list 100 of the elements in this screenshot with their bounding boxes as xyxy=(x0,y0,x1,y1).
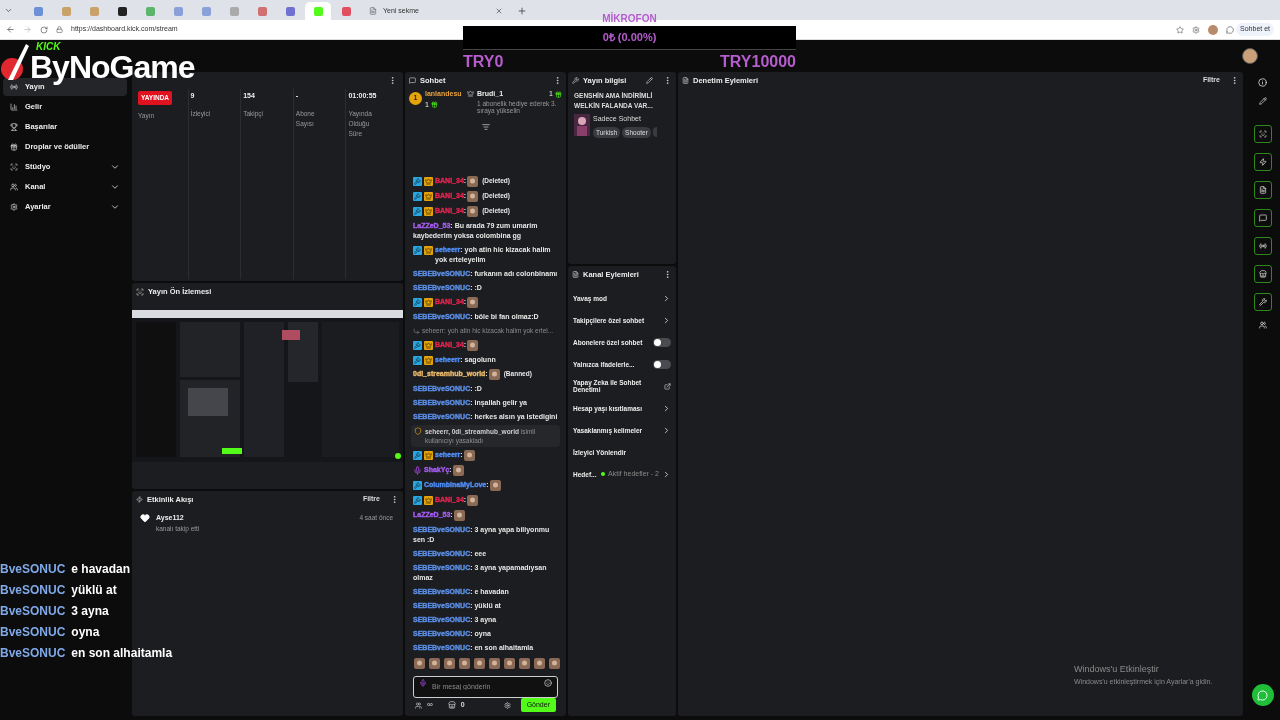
overlay-username: BveSONUC xyxy=(0,644,66,662)
document-icon[interactable] xyxy=(1258,186,1267,194)
favicon-icon xyxy=(229,6,239,16)
favicon-icon xyxy=(257,6,267,16)
edit-icon[interactable] xyxy=(1258,97,1267,105)
favicon-icon xyxy=(89,6,99,16)
chevron-right-icon[interactable] xyxy=(662,403,671,413)
preview-icon xyxy=(136,287,144,296)
gift-icon xyxy=(555,90,562,98)
info-icon[interactable] xyxy=(1258,78,1267,87)
settings-icon[interactable] xyxy=(1192,25,1201,34)
gift-icon xyxy=(430,101,438,109)
favicon-icon xyxy=(117,6,127,16)
overlay-message: oyna xyxy=(71,623,100,641)
external-link-icon[interactable] xyxy=(664,382,671,390)
users-icon xyxy=(10,183,18,191)
chart-icon xyxy=(10,103,18,111)
emote-icon xyxy=(549,658,560,669)
broadcast-icon[interactable] xyxy=(1258,242,1267,250)
overlay-username: BveSONUC xyxy=(0,581,66,599)
favicon-icon xyxy=(33,6,43,16)
activation-title: Windows'u Etkinleştir xyxy=(1074,663,1160,676)
emote-icon xyxy=(459,658,470,669)
emote-icon xyxy=(474,658,485,669)
page-icon xyxy=(369,7,377,15)
points-icon xyxy=(415,701,422,709)
emoji-icon[interactable] xyxy=(544,679,552,687)
lock-icon xyxy=(56,26,63,33)
goal-amount: 0₺ (0.00%) xyxy=(602,30,657,46)
emote-icon xyxy=(444,658,455,669)
overlay-message: e havadan xyxy=(71,560,131,578)
chevron-right-icon[interactable] xyxy=(662,469,671,479)
avatar-icon[interactable] xyxy=(1208,24,1219,35)
goal-max: TRY10000 xyxy=(720,52,796,72)
chat-icon[interactable] xyxy=(1258,214,1267,222)
chat-icon xyxy=(1226,25,1235,34)
overlay-username: BveSONUC xyxy=(0,623,66,641)
emote-icon xyxy=(504,658,515,669)
tab-list-icon[interactable] xyxy=(4,6,13,15)
actions-icon xyxy=(572,271,579,278)
chevron-right-icon[interactable] xyxy=(662,315,671,325)
edit-icon[interactable] xyxy=(646,77,653,84)
reload-icon[interactable] xyxy=(40,25,48,34)
overlay-message: en son alhaitamla xyxy=(71,644,173,662)
favicon-icon xyxy=(341,6,351,16)
chevron-right-icon[interactable] xyxy=(662,425,671,435)
favicon-icon xyxy=(145,6,155,16)
broadcast-icon xyxy=(10,83,18,91)
shield-icon xyxy=(414,427,422,435)
chat-icon xyxy=(409,77,416,84)
overlay-message: yüklü at xyxy=(71,581,117,599)
heart-icon xyxy=(140,513,150,523)
more-options-icon[interactable] xyxy=(390,495,399,504)
filter-icon[interactable] xyxy=(481,123,490,131)
emote-icon xyxy=(414,658,425,669)
new-tab-icon[interactable] xyxy=(517,6,527,16)
points-value: ∞ xyxy=(427,699,433,711)
favicon-icon xyxy=(313,6,323,16)
wrench-icon xyxy=(572,77,579,84)
reply-icon xyxy=(413,327,420,335)
emote-icon xyxy=(429,658,440,669)
scan-icon[interactable] xyxy=(1258,130,1267,138)
emote-icon xyxy=(519,658,530,669)
settings-icon xyxy=(10,203,18,211)
favicon-icon xyxy=(61,6,71,16)
favicon-icon xyxy=(201,6,211,16)
goal-label: MİKROFON xyxy=(602,12,657,26)
trophy-icon xyxy=(10,123,18,131)
toggle-switch[interactable] xyxy=(653,359,671,369)
lightning-icon[interactable] xyxy=(1258,158,1267,166)
brand-label: KICK xyxy=(36,42,62,52)
store-icon[interactable] xyxy=(447,701,456,709)
logo-icon xyxy=(0,42,30,82)
overlay-message: 3 ayna xyxy=(71,602,109,620)
back-icon[interactable] xyxy=(6,25,15,34)
more-options-icon[interactable] xyxy=(663,270,672,279)
more-options-icon[interactable] xyxy=(388,76,397,85)
wrench-icon[interactable] xyxy=(1258,298,1267,306)
favicon-icon xyxy=(173,6,183,16)
goal-min: TRY0 xyxy=(463,52,504,72)
emote-icon xyxy=(489,658,500,669)
overlay-username: BveSONUC xyxy=(0,602,66,620)
lightning-icon xyxy=(136,496,143,503)
chevron-right-icon[interactable] xyxy=(662,293,671,303)
users-icon[interactable] xyxy=(1258,321,1267,329)
gift-icon xyxy=(10,143,18,151)
more-options-icon[interactable] xyxy=(1230,76,1239,85)
document-icon xyxy=(682,77,689,84)
overlay-username: BveSONUC xyxy=(0,560,66,578)
microphone-icon xyxy=(419,679,427,687)
more-options-icon[interactable] xyxy=(663,76,672,85)
store-icon[interactable] xyxy=(1258,270,1267,278)
favicon-icon xyxy=(285,6,295,16)
emote-icon xyxy=(534,658,545,669)
close-icon[interactable] xyxy=(495,7,503,15)
scan-icon xyxy=(10,163,18,171)
user-avatar[interactable] xyxy=(1242,48,1258,64)
toggle-switch[interactable] xyxy=(653,337,671,347)
more-options-icon[interactable] xyxy=(553,76,562,85)
crown-icon xyxy=(467,90,474,97)
